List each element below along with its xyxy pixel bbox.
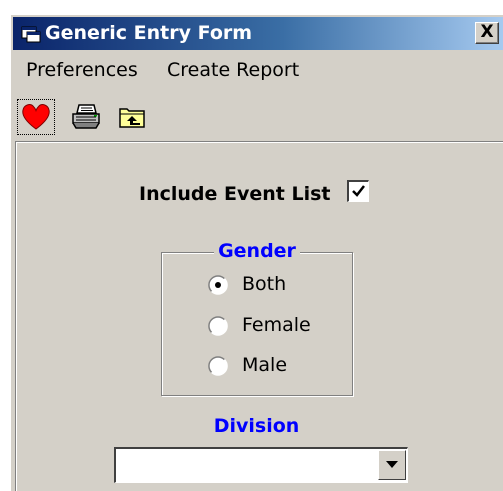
- gender-option-label: Female: [242, 314, 311, 336]
- gender-group: Gender Both Female Male: [161, 240, 353, 396]
- toolbar: [13, 95, 503, 139]
- menu-item-create-report[interactable]: Create Report: [167, 59, 299, 81]
- gender-legend: Gender: [214, 240, 300, 262]
- favorite-button[interactable]: [17, 99, 55, 135]
- up-folder-button[interactable]: [113, 99, 151, 135]
- menu-item-preferences[interactable]: Preferences: [26, 59, 138, 81]
- include-event-list-checkbox[interactable]: [347, 180, 369, 202]
- entry-form-window: Generic Entry Form X Preferences Create …: [10, 15, 503, 491]
- radio-unselected-icon[interactable]: [208, 356, 228, 376]
- checkmark-icon: [352, 185, 365, 197]
- printer-icon: [72, 104, 100, 129]
- window-title: Generic Entry Form: [45, 22, 253, 44]
- folder-up-icon: [119, 108, 145, 128]
- radio-unselected-icon[interactable]: [208, 316, 228, 336]
- division-label: Division: [213, 415, 300, 437]
- app-window-icon: [21, 25, 41, 43]
- print-button[interactable]: [67, 99, 105, 135]
- heart-icon: [22, 104, 50, 130]
- division-select[interactable]: [114, 447, 408, 483]
- include-event-list-label: Include Event List: [139, 183, 331, 205]
- radio-selected-icon[interactable]: [208, 275, 228, 295]
- close-button[interactable]: X: [475, 22, 499, 44]
- menu-bar: Preferences Create Report: [13, 53, 503, 87]
- title-bar[interactable]: Generic Entry Form X: [13, 17, 503, 50]
- division-dropdown-button[interactable]: [378, 450, 406, 480]
- form-panel: Include Event List Gender Both Female Ma…: [15, 141, 503, 491]
- gender-option-label: Both: [242, 273, 287, 295]
- gender-option-label: Male: [242, 354, 288, 376]
- chevron-down-icon: [386, 461, 398, 468]
